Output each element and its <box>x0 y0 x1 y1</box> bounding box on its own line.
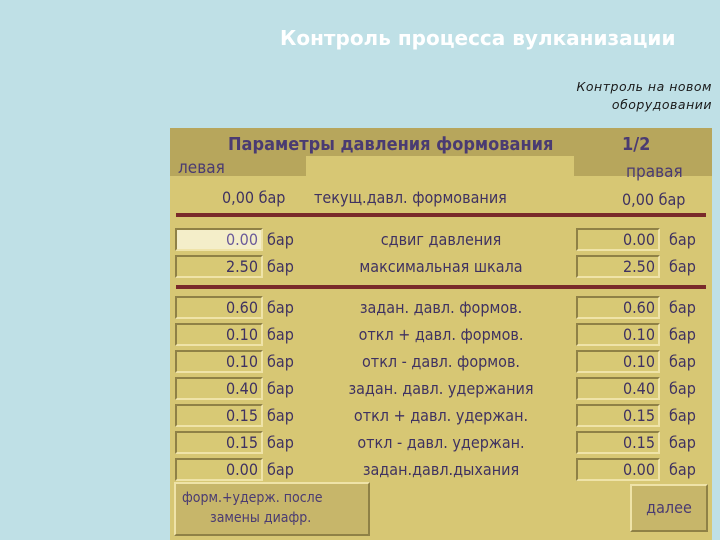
right-forming-dev-plus-field[interactable]: 0.10 <box>576 323 660 346</box>
right-holding-dev-plus-field[interactable]: 0.15 <box>576 404 660 427</box>
row-label-forming-dev-minus: откл - давл. формов. <box>362 352 520 371</box>
unit-label: бар <box>267 352 294 371</box>
hmi-screen: Параметры давления формования 1/2 левая … <box>170 128 712 540</box>
left-forming-dev-plus-field[interactable]: 0.10 <box>175 323 263 346</box>
current-pressure-label: текущ.давл. формования <box>314 188 507 207</box>
left-max-scale-field[interactable]: 2.50 <box>175 255 263 278</box>
subtitle-line-2: оборудовании <box>611 97 712 112</box>
right-max-scale-field[interactable]: 2.50 <box>576 255 660 278</box>
separator <box>176 285 706 289</box>
button-label-line-1: форм.+удерж. после <box>182 490 323 506</box>
current-pressure-left: 0,00 бар <box>222 188 286 207</box>
left-holding-dev-minus-field[interactable]: 0.15 <box>175 431 263 454</box>
row-label-set-forming-pressure: задан. давл. формов. <box>359 298 523 317</box>
right-holding-dev-minus-field[interactable]: 0.15 <box>576 431 660 454</box>
unit-label: бар <box>267 460 294 479</box>
unit-label: бар <box>669 352 696 371</box>
unit-label: бар <box>669 406 696 425</box>
right-forming-dev-minus-field[interactable]: 0.10 <box>576 350 660 373</box>
row-label-set-holding-pressure: задан. давл. удержания <box>348 379 534 398</box>
slide-subtitle: Контроль на новом оборудовании <box>577 78 712 114</box>
right-breathing-pressure-field[interactable]: 0.00 <box>576 458 660 481</box>
row-label-holding-dev-plus: откл + давл. удержан. <box>353 406 529 425</box>
left-forming-dev-minus-field[interactable]: 0.10 <box>175 350 263 373</box>
right-set-holding-pressure-field[interactable]: 0.40 <box>576 377 660 400</box>
unit-label: бар <box>267 325 294 344</box>
left-pressure-offset-field[interactable]: 0.00 <box>175 228 263 251</box>
next-button[interactable]: далее <box>630 484 708 532</box>
unit-label: бар <box>267 298 294 317</box>
unit-label: бар <box>267 257 294 276</box>
row-label-holding-dev-minus: откл - давл. удержан. <box>357 433 525 452</box>
forming-after-diaphragm-change-button[interactable]: форм.+удерж. после замены диафр. <box>174 482 370 536</box>
unit-label: бар <box>669 230 696 249</box>
left-breathing-pressure-field[interactable]: 0.00 <box>175 458 263 481</box>
row-label-breathing-pressure: задан.давл.дыхания <box>362 460 520 479</box>
subtitle-line-1: Контроль на новом <box>576 79 712 94</box>
row-label-max-scale: максимальная шкала <box>359 257 523 276</box>
left-holding-dev-plus-field[interactable]: 0.15 <box>175 404 263 427</box>
current-pressure-right: 0,00 бар <box>622 190 686 209</box>
separator <box>176 213 706 217</box>
unit-label: бар <box>669 460 696 479</box>
unit-label: бар <box>267 406 294 425</box>
row-label-pressure-offset: сдвиг давления <box>380 230 502 249</box>
unit-label: бар <box>669 325 696 344</box>
unit-label: бар <box>669 257 696 276</box>
slide-title: Контроль процесса вулканизации <box>280 26 676 50</box>
left-set-holding-pressure-field[interactable]: 0.40 <box>175 377 263 400</box>
unit-label: бар <box>267 433 294 452</box>
unit-label: бар <box>669 433 696 452</box>
left-side-label: левая <box>178 158 225 178</box>
row-label-forming-dev-plus: откл + давл. формов. <box>358 325 524 344</box>
unit-label: бар <box>669 379 696 398</box>
left-set-forming-pressure-field[interactable]: 0.60 <box>175 296 263 319</box>
button-label-line-2: замены диафр. <box>210 510 312 526</box>
right-pressure-offset-field[interactable]: 0.00 <box>576 228 660 251</box>
unit-label: бар <box>267 230 294 249</box>
page-indicator: 1/2 <box>622 134 651 155</box>
unit-label: бар <box>267 379 294 398</box>
unit-label: бар <box>669 298 696 317</box>
right-set-forming-pressure-field[interactable]: 0.60 <box>576 296 660 319</box>
screen-title: Параметры давления формования <box>228 134 554 155</box>
right-side-label: правая <box>626 162 683 182</box>
